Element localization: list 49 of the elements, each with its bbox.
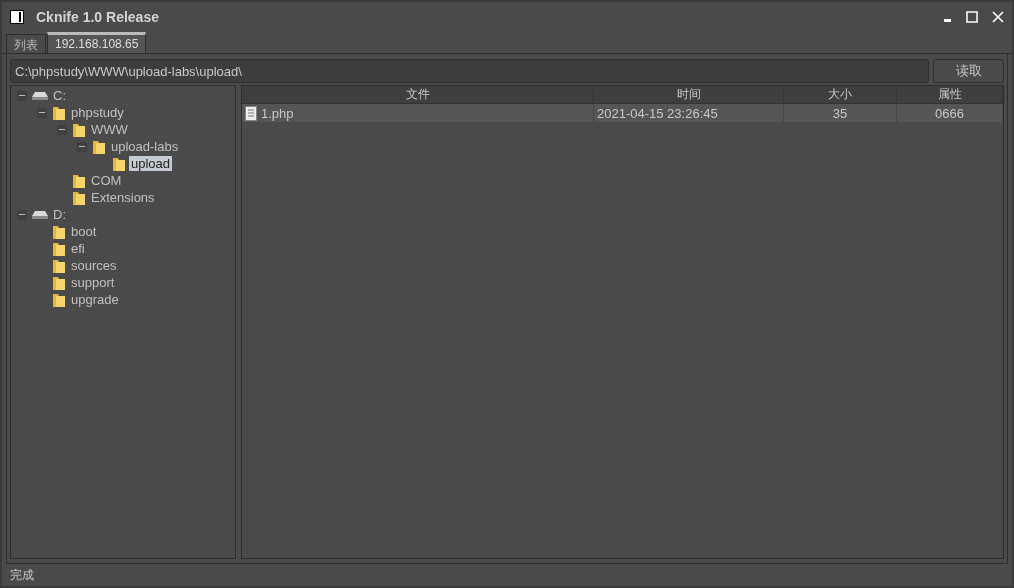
- close-icon[interactable]: [992, 11, 1004, 23]
- collapse-icon[interactable]: [57, 124, 67, 135]
- tab[interactable]: 列表: [6, 34, 46, 53]
- tree-item[interactable]: sources: [69, 258, 119, 273]
- status-text: 完成: [9, 567, 35, 584]
- folder-icon: [92, 138, 106, 155]
- tree-item[interactable]: COM: [89, 173, 124, 188]
- table-cell: 2021-04-15 23:26:45: [597, 105, 718, 121]
- tree-item[interactable]: WWW: [89, 122, 130, 137]
- collapse-icon[interactable]: [77, 141, 87, 152]
- folder-icon: [72, 172, 86, 189]
- tree-item[interactable]: upload-labs: [109, 139, 181, 154]
- tree-item[interactable]: support: [69, 275, 117, 290]
- drive-icon: [32, 209, 48, 220]
- column-header[interactable]: 时间: [594, 86, 784, 104]
- tree-item[interactable]: boot: [69, 224, 99, 239]
- tree-item[interactable]: C:: [51, 88, 68, 103]
- tree-item[interactable]: efi: [69, 241, 87, 256]
- folder-icon: [112, 155, 126, 172]
- maximize-icon[interactable]: [966, 11, 978, 23]
- window-title: Cknife 1.0 Release: [36, 9, 160, 25]
- file-icon: [245, 105, 257, 121]
- read-button[interactable]: 读取: [933, 59, 1004, 83]
- column-header[interactable]: 大小: [784, 86, 897, 104]
- table-cell: 0666: [935, 105, 964, 121]
- path-field[interactable]: C:\phpstudy\WWW\upload-labs\upload\: [10, 59, 929, 83]
- folder-icon: [52, 257, 66, 274]
- tree-item[interactable]: upload: [129, 156, 173, 171]
- collapse-icon[interactable]: [37, 107, 47, 118]
- app-icon: [10, 10, 24, 24]
- collapse-icon[interactable]: [17, 209, 27, 220]
- folder-icon: [72, 189, 86, 206]
- column-header[interactable]: 文件: [242, 86, 594, 104]
- tree-item[interactable]: Extensions: [89, 190, 157, 205]
- drive-icon: [32, 90, 48, 101]
- table-cell: 1.php: [261, 105, 294, 121]
- tree-item[interactable]: upgrade: [69, 292, 121, 307]
- folder-icon: [52, 291, 66, 308]
- tab[interactable]: 192.168.108.65: [47, 32, 147, 53]
- folder-icon: [52, 104, 66, 121]
- tree-item[interactable]: phpstudy: [69, 105, 126, 120]
- table-cell: 35: [832, 105, 848, 121]
- column-header[interactable]: 属性: [897, 86, 1003, 104]
- folder-icon: [52, 240, 66, 257]
- tree-item[interactable]: D:: [51, 207, 68, 222]
- folder-icon: [52, 274, 66, 291]
- folder-icon: [72, 121, 86, 138]
- folder-icon: [52, 223, 66, 240]
- collapse-icon[interactable]: [17, 90, 27, 101]
